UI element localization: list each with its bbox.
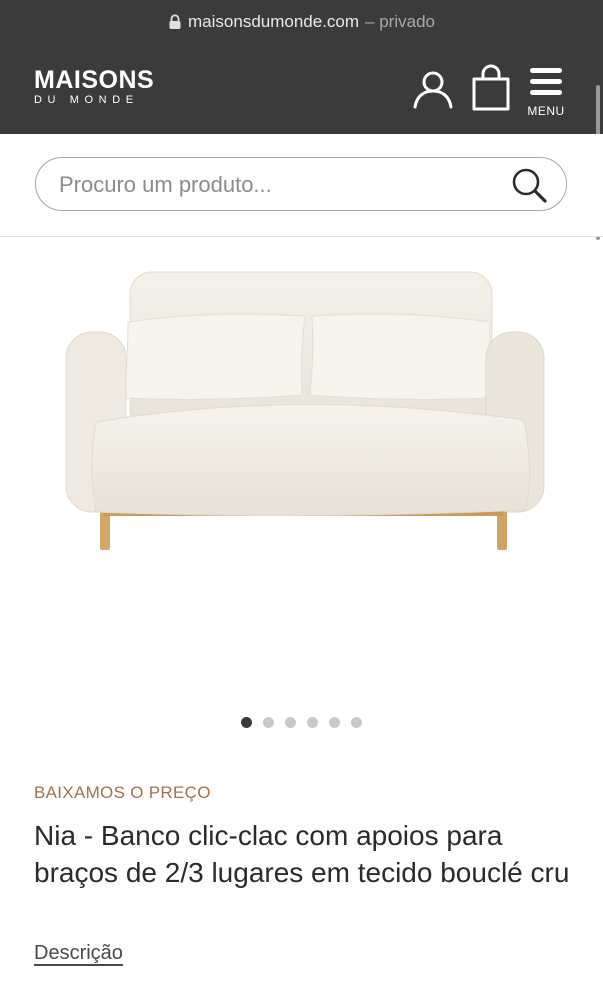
brand-logo[interactable]: MAISONS DU MONDE (34, 66, 155, 107)
search-icon[interactable] (510, 166, 548, 204)
account-icon[interactable] (412, 68, 454, 110)
menu-icon[interactable] (526, 66, 566, 98)
search-input[interactable]: Procuro um produto... (35, 157, 567, 211)
promo-label: BAIXAMOS O PREÇO (34, 783, 211, 802)
logo-line2: DU MONDE (34, 94, 139, 106)
product-image[interactable] (0, 240, 603, 700)
menu-label[interactable]: MENU (523, 104, 569, 118)
shopping-bag-icon[interactable] (470, 64, 512, 112)
gallery-dot[interactable] (241, 717, 252, 728)
logo-line1: MAISONS (34, 66, 155, 94)
gallery-dot[interactable] (307, 717, 318, 728)
privacy-label: – privado (365, 12, 435, 31)
url-text: maisonsdumonde.com (188, 12, 360, 31)
lock-icon (169, 14, 181, 29)
description-link[interactable]: Descrição (34, 942, 123, 965)
gallery-dot[interactable] (351, 717, 362, 728)
gallery-dot[interactable] (285, 717, 296, 728)
product-title: Nia - Banco clic-clac com apoios para br… (34, 820, 570, 888)
browser-url-bar[interactable]: maisonsdumonde.com – privado (0, 10, 603, 34)
gallery-pagination (0, 717, 603, 731)
gallery-dot[interactable] (263, 717, 274, 728)
search-placeholder: Procuro um produto... (59, 172, 272, 197)
gallery-dot[interactable] (329, 717, 340, 728)
search-area: Procuro um produto... (0, 134, 603, 237)
site-header: maisonsdumonde.com – privado MAISONS DU … (0, 0, 603, 134)
